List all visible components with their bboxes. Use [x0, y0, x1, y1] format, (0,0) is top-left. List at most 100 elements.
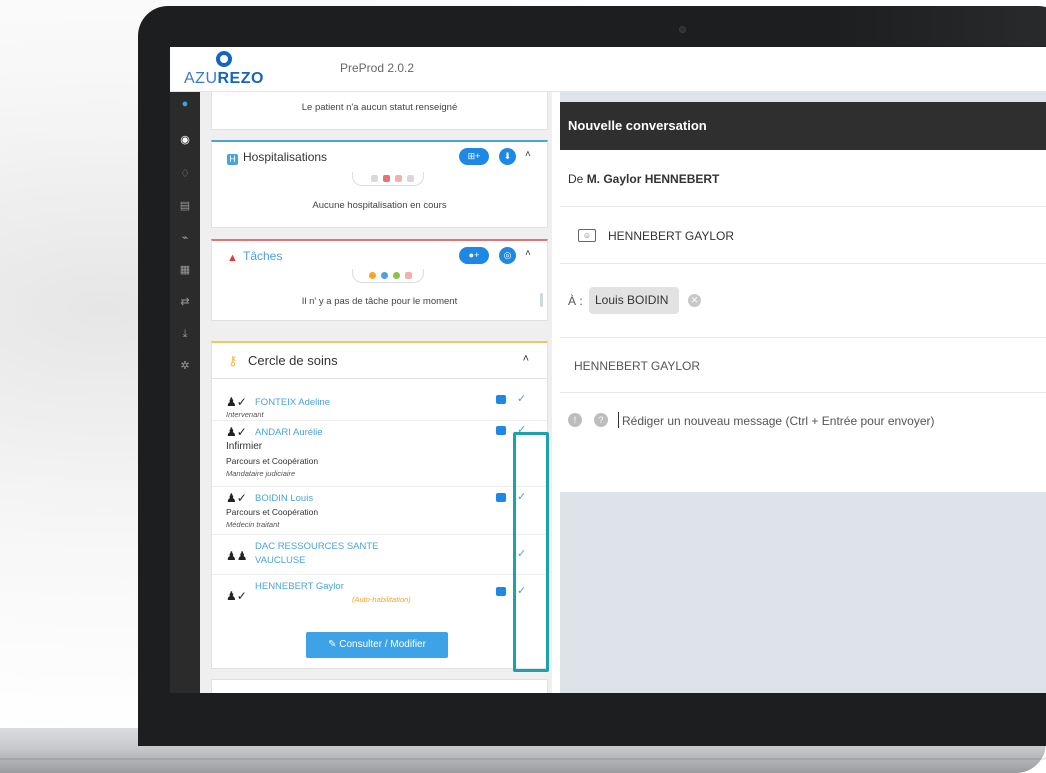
- conversation-header: Nouvelle conversation: [560, 102, 1046, 150]
- filter-tab-icon[interactable]: [393, 272, 400, 279]
- group-icon: ♟♟: [226, 549, 248, 563]
- from-field: De M. Gaylor HENNEBERT: [568, 172, 720, 186]
- person-check-icon: ♟✓: [226, 589, 247, 603]
- recipient-row[interactable]: À : Louis BOIDIN ✕: [560, 264, 1046, 338]
- member-name[interactable]: BOIDIN Louis: [255, 493, 313, 504]
- conversation-panel: Nouvelle conversation De M. Gaylor HENNE…: [560, 92, 1046, 693]
- check-icon: ✓: [517, 393, 527, 405]
- collapse-taches-icon[interactable]: ˄: [525, 248, 531, 259]
- member-name-continued[interactable]: VAUCLUSE: [255, 555, 306, 566]
- task-filter-tabs[interactable]: [352, 269, 424, 283]
- logo-mark-icon: [216, 51, 232, 67]
- to-label: À :: [568, 294, 583, 308]
- member-row: ♟✓ BOIDIN Louis Parcours et Coopération …: [212, 487, 547, 535]
- filter-tab-icon[interactable]: [369, 272, 376, 279]
- filter-tab-icon[interactable]: [395, 175, 402, 182]
- add-hospitalisation-button[interactable]: ⊞+: [459, 148, 489, 165]
- next-card: [211, 679, 548, 693]
- identity-value: HENNEBERT GAYLOR: [608, 229, 735, 243]
- text-cursor: [618, 412, 619, 428]
- help-icon[interactable]: ?: [594, 413, 608, 427]
- contact-card-icon: ☺: [578, 229, 596, 242]
- task-options-button[interactable]: ◎: [499, 247, 516, 264]
- import-hospitalisation-button[interactable]: ⬇: [499, 148, 516, 165]
- person-check-icon: ♟✓: [226, 491, 247, 505]
- logo-text: AZUREZO: [184, 70, 264, 87]
- chat-icon[interactable]: [496, 426, 506, 435]
- member-role: Mandataire judiciaire: [226, 469, 296, 478]
- download-icon[interactable]: ⤓: [177, 326, 193, 342]
- collapse-cercle-icon[interactable]: ˄: [523, 353, 529, 365]
- filter-tab-icon[interactable]: [407, 175, 414, 182]
- settings-icon[interactable]: ✲: [177, 358, 193, 374]
- info-icon[interactable]: !: [568, 413, 582, 427]
- lid-glare: [830, 6, 1046, 46]
- chat-column-highlight: [513, 432, 549, 672]
- member-row: ♟♟ DAC RESSOURCES SANTE VAUCLUSE ✓: [212, 535, 547, 575]
- message-input[interactable]: Rédiger un nouveau message (Ctrl + Entré…: [622, 414, 935, 428]
- cercle-title: Cercle de soins: [248, 353, 338, 368]
- chart-icon[interactable]: ⌁: [177, 230, 193, 246]
- wrench-icon: ✎: [328, 639, 340, 650]
- auto-habilitation-badge: (Auto-habilitation): [352, 595, 411, 604]
- calendar-icon[interactable]: ▤: [177, 198, 193, 214]
- filter-tab-icon[interactable]: [383, 175, 390, 182]
- hospitalisations-title: H Hospitalisations: [227, 150, 327, 165]
- conversation-title: Nouvelle conversation: [568, 118, 707, 133]
- member-role: Médecin traitant: [226, 520, 280, 529]
- filter-tab-icon[interactable]: [405, 272, 412, 279]
- conversation-form: De M. Gaylor HENNEBERT ☺ HENNEBERT GAYLO…: [560, 150, 1046, 492]
- member-name[interactable]: DAC RESSOURCES SANTE: [255, 541, 379, 552]
- user-icon[interactable]: ●: [177, 96, 193, 112]
- hospitalisation-filter-tabs[interactable]: [352, 172, 424, 186]
- filter-tab-icon[interactable]: [371, 175, 378, 182]
- subject-field[interactable]: HENNEBERT GAYLOR: [574, 359, 700, 373]
- bell-icon[interactable]: ♢: [177, 166, 193, 182]
- member-name[interactable]: HENNEBERT Gaylor: [255, 581, 344, 592]
- chat-icon[interactable]: [496, 395, 506, 404]
- taches-card: ▲ Tâches ●+ ◎ ˄ Il n' y a pas de tâche po…: [211, 239, 548, 321]
- table-icon[interactable]: ▦: [177, 262, 193, 278]
- collapse-hospitalisations-icon[interactable]: ˄: [525, 149, 531, 160]
- member-organisation: Parcours et Coopération: [226, 456, 319, 466]
- member-row: ♟✓ ANDARI Aurélie Infirmier Parcours et …: [212, 421, 547, 487]
- consult-modify-button[interactable]: ✎ Consulter / Modifier: [306, 632, 448, 658]
- recipient-chip[interactable]: Louis BOIDIN: [589, 287, 679, 314]
- status-card: Le patient n'a aucun statut renseigné: [211, 92, 548, 130]
- azurezo-logo[interactable]: AZUREZO: [184, 51, 264, 91]
- key-icon: ⚷: [228, 353, 238, 368]
- remove-recipient-icon[interactable]: ✕: [688, 294, 701, 307]
- member-organisation: Parcours et Coopération: [226, 507, 319, 517]
- patient-panel: Le patient n'a aucun statut renseigné HH…: [200, 92, 552, 693]
- member-name[interactable]: ANDARI Aurélie: [255, 427, 323, 438]
- app-screen: AZUREZO PreProd 2.0.2 ● ◉ ♢ ▤ ⌁ ▦ ⇄ ⤓ ✲ …: [170, 47, 1046, 693]
- member-row: ♟✓ HENNEBERT Gaylor (Auto-habilitation) …: [212, 575, 547, 615]
- member-role: Intervenant: [226, 410, 264, 419]
- taches-scrollbar[interactable]: [540, 293, 543, 307]
- member-profession: Infirmier: [226, 441, 263, 452]
- member-name[interactable]: FONTEIX Adeline: [255, 397, 330, 408]
- identity-row[interactable]: ☺ HENNEBERT GAYLOR: [560, 207, 1046, 264]
- hospitalisations-empty-message: Aucune hospitalisation en cours: [312, 200, 447, 211]
- laptop-base-edge: [0, 758, 1046, 760]
- bell-icon: ▲: [227, 252, 238, 264]
- status-text: Le patient n'a aucun statut renseigné: [301, 102, 458, 113]
- sidebar-nav: ● ◉ ♢ ▤ ⌁ ▦ ⇄ ⤓ ✲: [170, 92, 200, 693]
- hospital-icon: H: [227, 154, 238, 165]
- add-task-button[interactable]: ●+: [459, 247, 489, 264]
- top-bar: AZUREZO PreProd 2.0.2: [170, 47, 1046, 92]
- version-label: PreProd 2.0.2: [340, 61, 415, 75]
- chat-icon[interactable]: [496, 493, 506, 502]
- person-check-icon: ♟✓: [226, 395, 247, 409]
- webcam: [679, 26, 686, 33]
- from-row: De M. Gaylor HENNEBERT: [560, 150, 1046, 207]
- hospitalisations-card: H Hospitalisations ⊞+ ⬇ ˄ Aucune hospital…: [211, 140, 548, 228]
- filter-tab-icon[interactable]: [381, 272, 388, 279]
- azurezo-icon[interactable]: ◉: [177, 132, 193, 148]
- chat-icon[interactable]: [496, 587, 506, 596]
- share-icon[interactable]: ⇄: [177, 294, 193, 310]
- subject-row[interactable]: HENNEBERT GAYLOR: [560, 338, 1046, 393]
- cercle-header: ⚷ Cercle de soins ˄: [212, 343, 547, 379]
- member-row: ♟✓ FONTEIX Adeline Intervenant ✓: [212, 387, 547, 421]
- message-row[interactable]: ! ? Rédiger un nouveau message (Ctrl + E…: [560, 393, 1046, 449]
